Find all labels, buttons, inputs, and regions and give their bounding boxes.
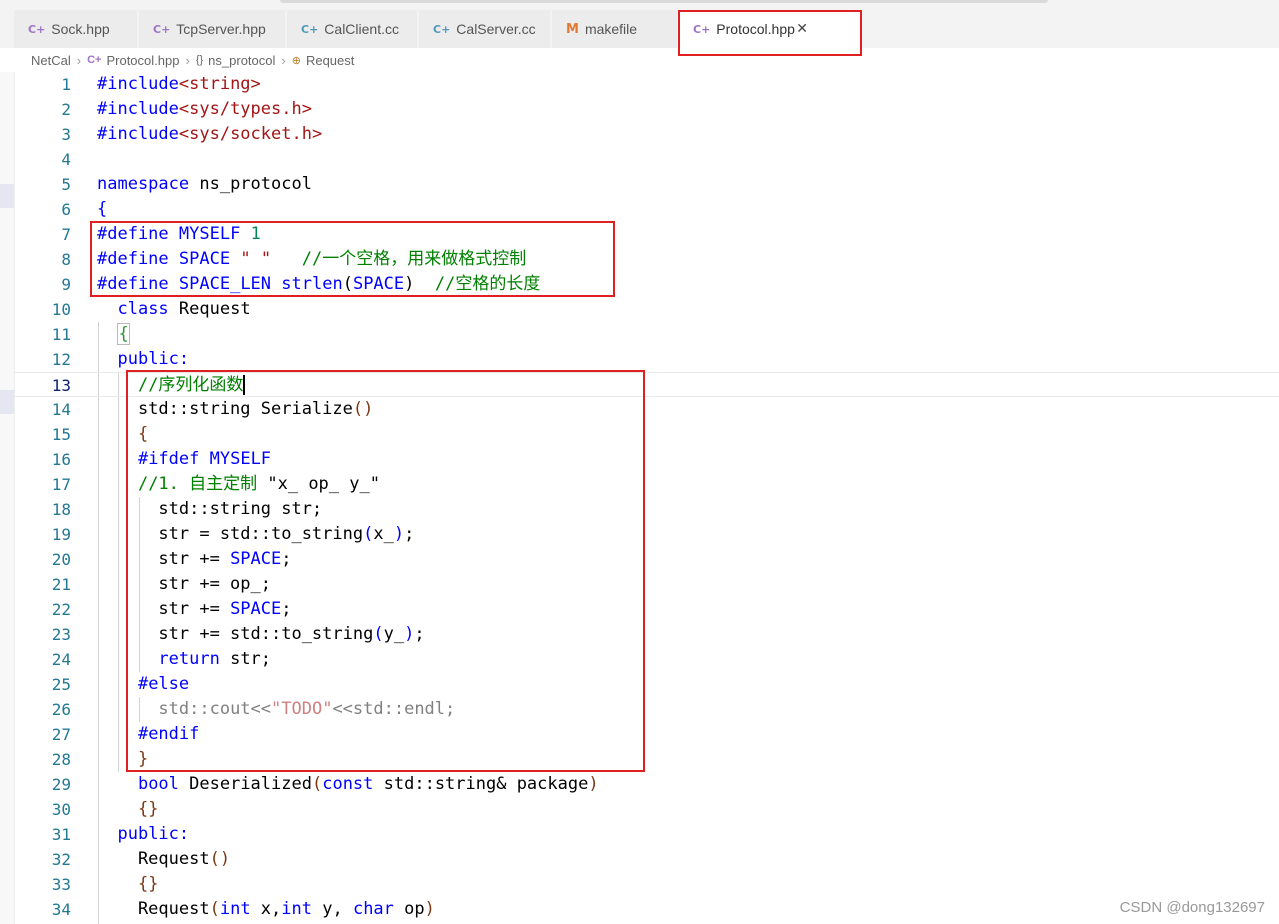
command-center-bar[interactable]	[280, 0, 1048, 3]
tab-makefile[interactable]: M makefile	[552, 10, 678, 48]
breadcrumb-namespace[interactable]: ns_protocol	[208, 53, 275, 68]
title-strip	[0, 0, 1279, 10]
class-icon: ⊕	[291, 54, 301, 67]
breadcrumb-folder[interactable]: NetCal	[31, 53, 71, 68]
tab-label: TcpServer.hpp	[176, 21, 266, 37]
activity-strip	[0, 72, 15, 924]
tab-tcpserver-hpp[interactable]: C+ TcpServer.hpp	[139, 10, 286, 48]
tab-calclient-cc[interactable]: C+ CalClient.cc	[287, 10, 418, 48]
code-line: 5 namespace ns_protocol	[61, 174, 312, 194]
activity-marker	[0, 184, 14, 208]
code-line: 11 {	[51, 323, 130, 345]
highlight-box-active-tab	[678, 10, 862, 56]
code-line: 3 #include<sys/socket.h>	[61, 124, 323, 144]
breadcrumb: NetCal › C+ Protocol.hpp › {} ns_protoco…	[0, 48, 1279, 72]
breadcrumb-symbol[interactable]: Request	[306, 53, 354, 68]
cc-file-icon: C+	[301, 22, 319, 36]
editor-tab-bar: C+ Sock.hpp C+ TcpServer.hpp C+ CalClien…	[0, 10, 1279, 48]
chevron-right-icon: ›	[76, 52, 82, 68]
tab-label: Sock.hpp	[51, 21, 110, 37]
breadcrumb-file[interactable]: Protocol.hpp	[106, 53, 179, 68]
code-line: 33 {}	[51, 874, 159, 894]
namespace-icon: {}	[195, 54, 204, 66]
tab-label: CalClient.cc	[324, 21, 399, 37]
code-line: 30 {}	[51, 799, 159, 819]
tab-calserver-cc[interactable]: C+ CalServer.cc	[419, 10, 551, 48]
makefile-icon: M	[566, 21, 579, 37]
code-line: 12 public:	[51, 349, 190, 369]
code-line: 31 public:	[51, 824, 190, 844]
tab-sock-hpp[interactable]: C+ Sock.hpp	[14, 10, 138, 48]
code-line: 10 class Request	[51, 299, 251, 319]
code-line: 6{	[61, 199, 108, 219]
tab-label: makefile	[584, 21, 638, 37]
highlight-box-serialize	[126, 370, 645, 772]
code-line: 32 Request()	[51, 849, 231, 869]
chevron-right-icon: ›	[281, 52, 286, 68]
highlight-box-defines	[90, 221, 615, 297]
code-line: 2 #include<sys/types.h>	[61, 99, 312, 119]
code-line: 34 Request(int x,int y, char op)	[51, 899, 435, 919]
cpp-file-icon: C+	[28, 22, 46, 36]
code-line: 29 bool Deserialized(const std::string& …	[51, 774, 599, 794]
cpp-file-icon: C+	[87, 54, 102, 66]
tab-label: CalServer.cc	[456, 21, 536, 37]
cc-file-icon: C+	[433, 22, 451, 36]
activity-marker	[0, 390, 14, 414]
code-line: 1 #include<string>	[61, 74, 261, 94]
code-line: 4	[61, 150, 71, 169]
cpp-file-icon: C+	[153, 22, 171, 36]
watermark: CSDN @dong132697	[1119, 899, 1265, 916]
chevron-right-icon: ›	[185, 52, 190, 68]
